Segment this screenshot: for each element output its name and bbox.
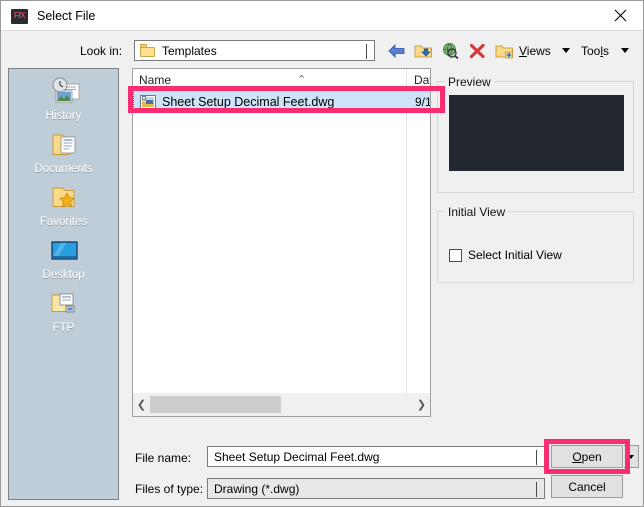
ftp-folder-icon: [9, 287, 118, 321]
views-menu-button[interactable]: Views: [519, 44, 551, 58]
scrollbar-track[interactable]: [150, 396, 413, 413]
title-bar-divider: [1, 30, 643, 31]
new-folder-icon: [495, 45, 513, 58]
desktop-monitor-icon: [9, 234, 118, 268]
new-folder-button[interactable]: [491, 38, 517, 63]
tools-label-a: Too: [581, 44, 601, 58]
back-arrow-icon: [387, 43, 404, 58]
folder-icon: [140, 44, 155, 57]
sidebar-item-label: Documents: [34, 163, 93, 175]
documents-folder-icon: [9, 128, 118, 162]
up-one-level-button[interactable]: [410, 38, 436, 63]
look-in-value: Templates: [162, 43, 217, 58]
chevron-down-icon: [628, 454, 634, 459]
sidebar-item-documents[interactable]: Documents: [9, 128, 118, 175]
file-list-header: Name ⌃ Dat: [133, 69, 430, 91]
sidebar-item-favorites[interactable]: Favorites: [9, 181, 118, 228]
search-web-button[interactable]: [437, 38, 463, 63]
sidebar-item-label: History: [45, 110, 82, 122]
column-divider: [406, 69, 407, 393]
look-in-combobox[interactable]: Templates: [134, 40, 375, 61]
column-header-name[interactable]: Name: [139, 73, 171, 87]
chevron-down-icon: [366, 43, 367, 59]
file-list[interactable]: Name ⌃ Dat Sheet Setup Decimal Feet.dwg …: [132, 68, 431, 393]
preview-image: [449, 95, 624, 171]
open-button-label: Open: [572, 449, 602, 464]
select-initial-view-checkbox[interactable]: [449, 248, 462, 262]
delete-button[interactable]: [464, 38, 490, 63]
look-in-label: Look in:: [80, 44, 123, 58]
close-icon[interactable]: [598, 1, 643, 30]
file-list-horizontal-scrollbar[interactable]: ❮ ❯: [132, 393, 431, 417]
initial-view-group-title: Initial View: [445, 205, 509, 219]
favorites-star-folder-icon: [9, 181, 118, 215]
views-label-rest: iews: [526, 44, 551, 58]
select-initial-view-label: Select Initial View: [468, 248, 562, 262]
history-clock-icon: [9, 75, 118, 109]
views-chevron-down-icon[interactable]: [562, 48, 570, 53]
places-sidebar: History Documents Favorites Desktop FTP: [8, 68, 119, 500]
tools-menu-button[interactable]: Tools: [581, 44, 609, 58]
sidebar-item-label: FTP: [52, 322, 75, 334]
title-bar: F / X Select File: [1, 1, 643, 31]
select-file-dialog: F / X Select File Look in: Templates Vie…: [0, 0, 644, 507]
globe-search-icon: [442, 43, 459, 59]
sort-ascending-icon: ⌃: [297, 74, 307, 86]
scrollbar-thumb[interactable]: [150, 396, 281, 413]
select-initial-view-row[interactable]: Select Initial View: [449, 248, 562, 262]
window-title: Select File: [37, 9, 96, 23]
files-of-type-label: Files of type:: [135, 482, 204, 496]
preview-group-title: Preview: [445, 75, 494, 89]
file-date-cell: 9/16: [415, 94, 430, 109]
initial-view-group: Initial View Select Initial View: [437, 205, 634, 283]
open-dropdown-button[interactable]: [624, 445, 639, 468]
scroll-right-icon[interactable]: ❯: [413, 398, 430, 411]
sidebar-item-ftp[interactable]: FTP: [9, 287, 118, 334]
files-of-type-select[interactable]: Drawing (*.dwg): [207, 478, 545, 499]
table-row[interactable]: Sheet Setup Decimal Feet.dwg 9/16: [133, 90, 430, 113]
tools-label-b: s: [603, 44, 610, 58]
open-button[interactable]: Open: [551, 445, 623, 468]
file-name-label: File name:: [135, 451, 192, 465]
scroll-left-icon[interactable]: ❮: [133, 398, 150, 411]
red-x-delete-icon: [469, 43, 485, 58]
sidebar-item-history[interactable]: History: [9, 75, 118, 122]
dwg-file-icon: [140, 94, 156, 109]
preview-group: Preview: [437, 75, 634, 193]
file-name-cell: Sheet Setup Decimal Feet.dwg: [162, 94, 335, 109]
sidebar-item-label: Desktop: [42, 269, 85, 281]
back-button[interactable]: [383, 38, 409, 63]
chevron-down-icon[interactable]: [536, 481, 537, 497]
sidebar-item-label: Favorites: [39, 216, 88, 228]
file-name-input[interactable]: Sheet Setup Decimal Feet.dwg: [207, 446, 545, 467]
chevron-down-icon[interactable]: [536, 449, 537, 465]
sidebar-item-desktop[interactable]: Desktop: [9, 234, 118, 281]
column-header-date[interactable]: Dat: [414, 73, 430, 87]
fx-logo-icon: F / X: [11, 8, 28, 24]
file-name-value: Sheet Setup Decimal Feet.dwg: [214, 449, 380, 464]
cancel-button[interactable]: Cancel: [551, 475, 623, 498]
files-of-type-value: Drawing (*.dwg): [214, 481, 300, 496]
tools-chevron-down-icon[interactable]: [621, 48, 629, 53]
folder-up-icon: [414, 45, 432, 57]
